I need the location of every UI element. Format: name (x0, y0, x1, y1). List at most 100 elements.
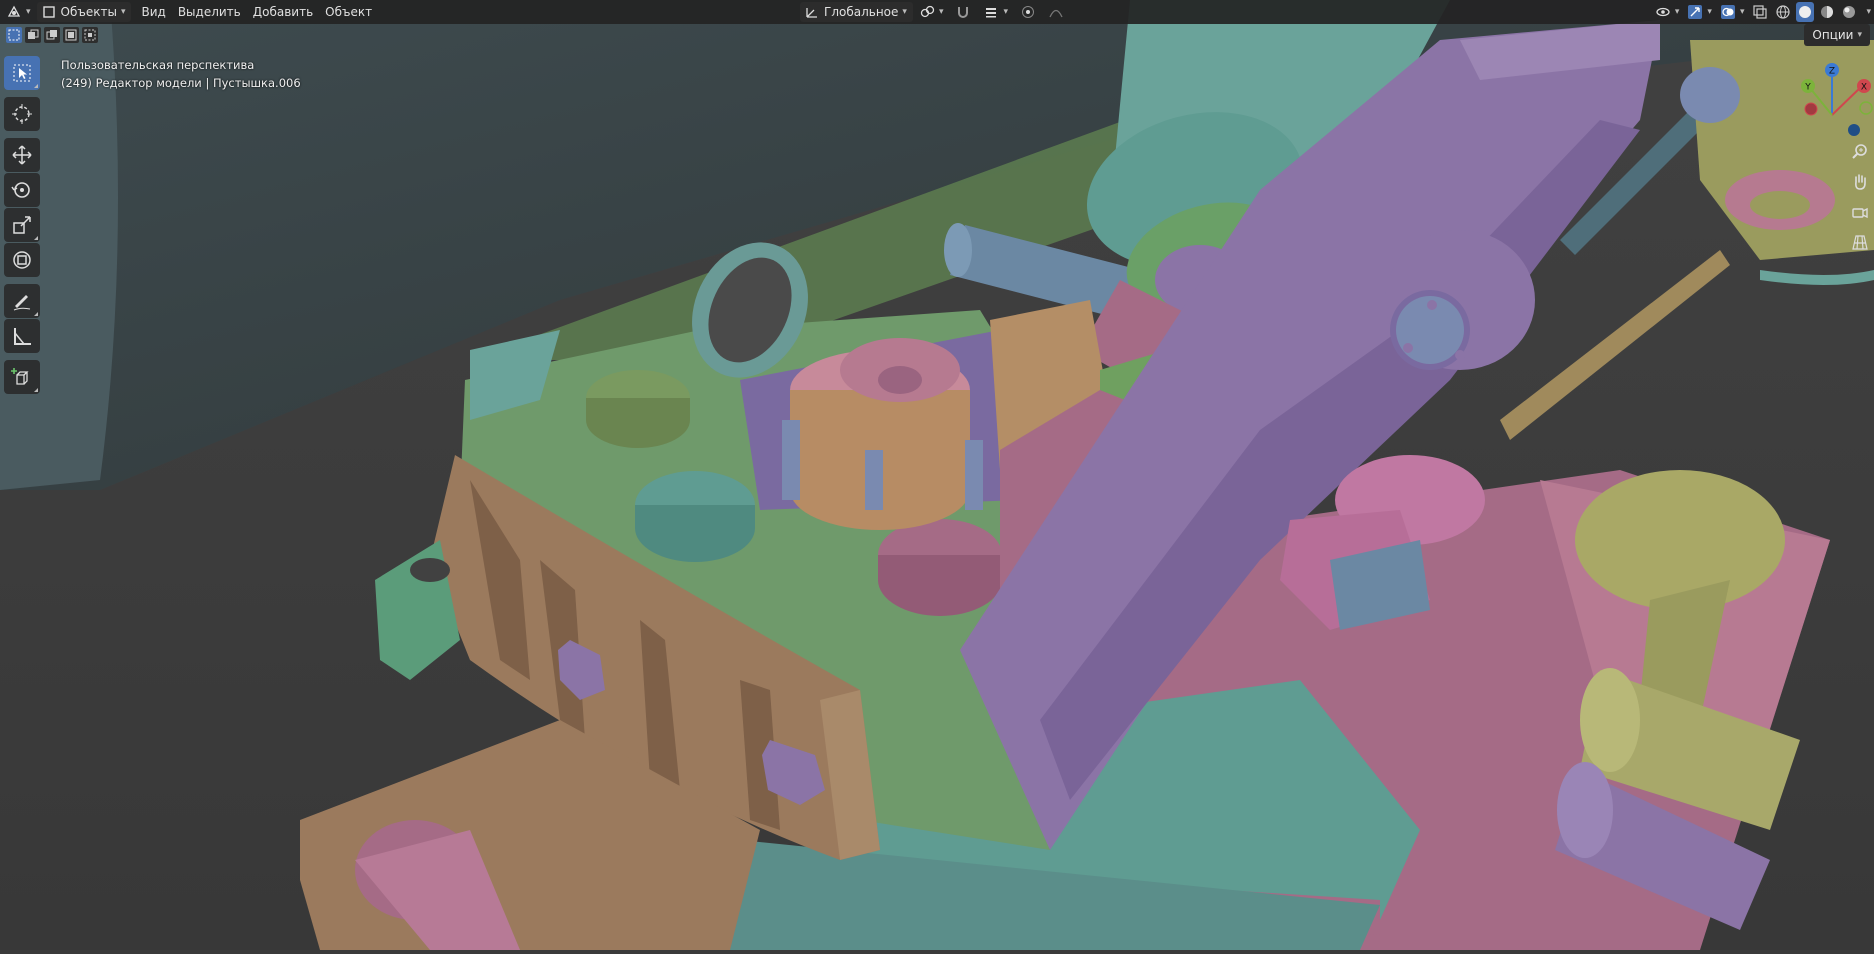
menu-select[interactable]: Выделить (172, 2, 247, 22)
magnifier-icon (1852, 144, 1867, 159)
menu-view[interactable]: Вид (135, 2, 171, 22)
viewport-header: ▾ Объекты ▾ Вид Выделить Добавить Объект… (0, 0, 1874, 24)
magnet-icon (958, 7, 969, 18)
transform-orientation-dropdown[interactable]: Глобальное ▾ (800, 2, 913, 22)
perspective-toggle-button[interactable] (1848, 230, 1872, 254)
select-extend-icon (28, 29, 39, 39)
select-subtract-icon (46, 30, 57, 40)
add-cube-icon (11, 368, 29, 385)
tool-add-cube[interactable] (4, 360, 40, 394)
chevron-down-icon: ▾ (1003, 7, 1008, 17)
pencil-icon (13, 295, 31, 311)
shading-rendered-button[interactable] (1840, 2, 1858, 22)
proportional-edit-toggle[interactable] (1014, 2, 1042, 22)
chevron-down-icon: ▾ (1707, 7, 1712, 17)
snap-increment-icon (986, 8, 997, 18)
proportional-edit-icon (1022, 6, 1034, 18)
select-invert-button[interactable] (63, 27, 79, 43)
menu-object[interactable]: Объект (319, 2, 378, 22)
chevron-down-icon: ▾ (902, 7, 907, 17)
overlays-icon (1720, 5, 1735, 19)
viewport-header-right: ▾ ▾ ▾ ▾ (1653, 2, 1874, 22)
axis-z-label: Z (1829, 67, 1835, 77)
orientation-label: Глобальное (824, 5, 899, 19)
ruler-icon (14, 328, 31, 345)
viewport-info: Пользовательская перспектива (249) Редак… (61, 56, 301, 92)
rotate-icon (11, 182, 30, 198)
mode-label: Объекты (60, 5, 117, 19)
select-new-icon (8, 29, 20, 41)
move-arrows-icon (12, 145, 32, 165)
select-subtract-button[interactable] (44, 27, 60, 43)
options-dropdown[interactable]: Опции ▾ (1804, 24, 1870, 46)
axis-x-label: X (1861, 83, 1867, 93)
chevron-down-icon: ▾ (26, 7, 31, 17)
orientation-icon (806, 8, 817, 18)
tool-measure[interactable] (4, 319, 40, 353)
gizmo-icon (1688, 5, 1703, 19)
rendered-sphere-icon (1843, 6, 1856, 18)
pivot-point-dropdown[interactable]: ▾ (913, 2, 950, 22)
shading-options-dropdown[interactable]: ▾ (1862, 2, 1874, 22)
select-invert-icon (65, 29, 77, 41)
gizmo-toggle[interactable]: ▾ (1685, 2, 1714, 22)
xray-icon (1753, 5, 1768, 19)
shading-solid-button[interactable] (1796, 2, 1815, 22)
shading-material-button[interactable] (1818, 2, 1836, 22)
falloff-icon (1049, 9, 1063, 18)
overlays-toggle[interactable]: ▾ (1718, 2, 1747, 22)
select-intersect-icon (84, 29, 96, 41)
falloff-dropdown[interactable] (1042, 2, 1070, 22)
chevron-down-icon: ▾ (1674, 7, 1680, 17)
shading-wireframe-button[interactable] (1774, 2, 1792, 22)
scale-icon (13, 216, 31, 234)
navigation-buttons (1846, 140, 1874, 254)
hand-icon (1855, 174, 1866, 190)
wireframe-sphere-icon (1776, 5, 1791, 19)
visibility-dropdown[interactable]: ▾ (1653, 2, 1682, 22)
object-mode-icon (42, 6, 55, 18)
3d-cursor-icon (12, 104, 32, 124)
tool-move[interactable] (4, 138, 40, 172)
solid-sphere-icon (1799, 6, 1812, 18)
pivot-icon (920, 5, 935, 18)
editor-type-button[interactable]: ▾ (0, 2, 37, 22)
chevron-down-icon: ▾ (938, 7, 944, 17)
camera-icon (1852, 207, 1868, 219)
transform-icon (13, 251, 31, 269)
tool-scale[interactable] (4, 208, 40, 242)
tool-shelf (4, 56, 42, 395)
editor-type-icon (7, 5, 21, 17)
scene-render (0, 0, 1874, 950)
object-info: (249) Редактор модели | Пустышка.006 (61, 76, 301, 90)
snap-toggle[interactable] (949, 2, 977, 22)
material-sphere-icon (1821, 6, 1834, 18)
pan-button[interactable] (1848, 170, 1872, 194)
chevron-down-icon: ▾ (1866, 7, 1871, 17)
interaction-mode-dropdown[interactable]: Объекты ▾ (36, 2, 132, 22)
chevron-down-icon: ▾ (120, 7, 126, 17)
camera-view-button[interactable] (1848, 200, 1872, 224)
chevron-down-icon: ▾ (1857, 30, 1862, 40)
view-name: Пользовательская перспектива (61, 58, 255, 72)
menu-add[interactable]: Добавить (247, 2, 319, 22)
xray-toggle[interactable] (1750, 2, 1770, 22)
grid-perspective-icon (1852, 235, 1868, 250)
chevron-down-icon: ▾ (1739, 7, 1745, 17)
options-label: Опции (1812, 28, 1854, 42)
zoom-button[interactable] (1848, 140, 1872, 164)
tool-transform[interactable] (4, 243, 40, 277)
select-new-button[interactable] (6, 27, 22, 43)
snap-target-dropdown[interactable]: ▾ (977, 2, 1014, 22)
select-intersect-button[interactable] (82, 27, 98, 43)
tool-select-box[interactable] (4, 56, 40, 90)
selection-mode-bar (0, 24, 98, 46)
axis-y-label: Y (1804, 83, 1811, 93)
eye-icon (1656, 7, 1670, 17)
tool-rotate[interactable] (4, 173, 40, 207)
cursor-arrow-icon (13, 64, 31, 82)
tool-cursor[interactable] (4, 97, 40, 131)
select-extend-button[interactable] (25, 27, 41, 43)
tool-annotate[interactable] (4, 284, 40, 318)
3d-viewport[interactable] (0, 0, 1874, 950)
